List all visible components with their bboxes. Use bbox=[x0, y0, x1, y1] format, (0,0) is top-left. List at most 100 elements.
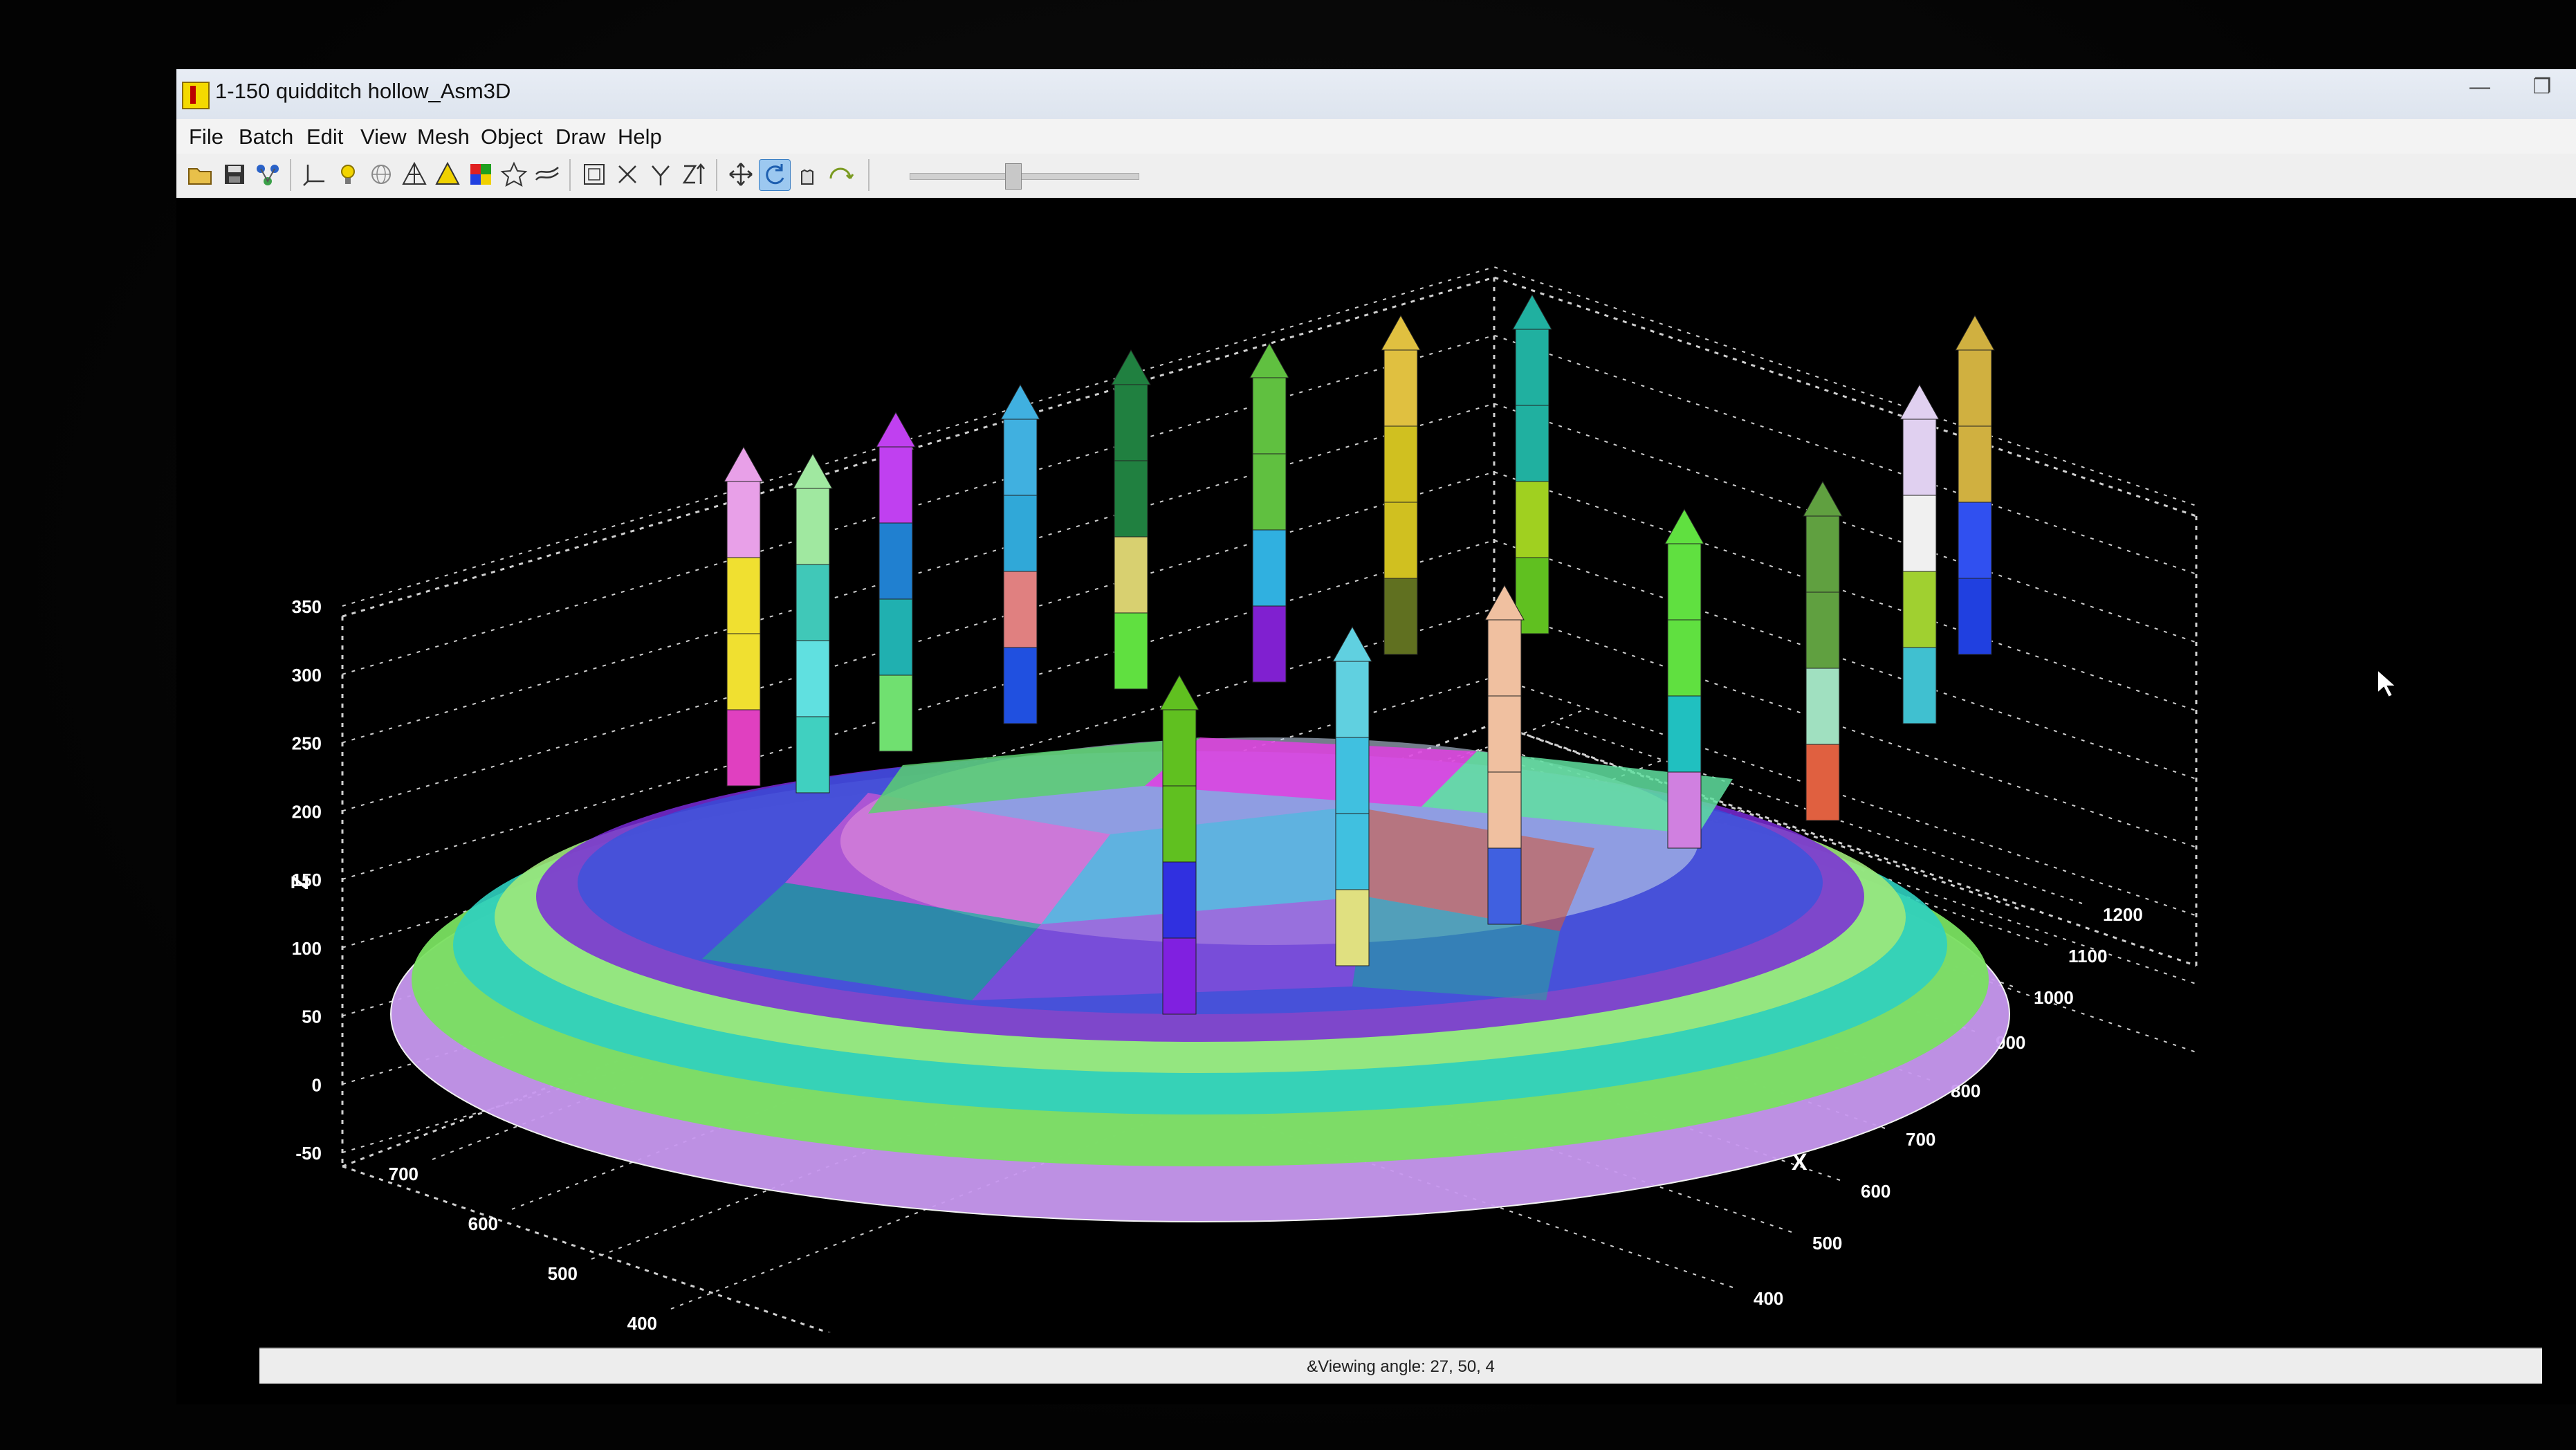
3d-plot: 350300250200150100500-50 700600500400 12… bbox=[287, 266, 2198, 1332]
mouse-cursor-icon bbox=[2377, 668, 2398, 699]
pole-segment bbox=[1383, 502, 1418, 579]
pole-segment bbox=[1252, 605, 1287, 683]
x-tick-label: 400 bbox=[1754, 1288, 1783, 1309]
x-tick-label: 500 bbox=[1812, 1233, 1842, 1254]
pole-segment bbox=[1515, 481, 1549, 558]
pole-cap bbox=[1955, 314, 1995, 351]
reset-view-icon[interactable] bbox=[825, 159, 856, 190]
pole-segment bbox=[1003, 571, 1038, 648]
zoom-slider-thumb[interactable] bbox=[1004, 163, 1022, 190]
color-palette-icon[interactable] bbox=[466, 159, 496, 190]
menu-file[interactable]: File bbox=[189, 125, 223, 149]
toolbar-separator bbox=[716, 159, 717, 191]
pole-segment bbox=[726, 633, 761, 710]
restore-button[interactable]: ❐ bbox=[2521, 73, 2563, 101]
pole-segment bbox=[1252, 377, 1287, 455]
pole-segment bbox=[1383, 578, 1418, 655]
pan-icon[interactable] bbox=[792, 159, 822, 190]
pole-cap bbox=[1159, 674, 1199, 710]
x-tick-label: 1000 bbox=[2034, 987, 2074, 1008]
pole-segment bbox=[1958, 502, 1992, 579]
z-tick-label: -50 bbox=[295, 1143, 322, 1164]
z-axis-title: Z bbox=[287, 875, 313, 890]
pole-segment bbox=[1902, 647, 1937, 724]
pole-cap bbox=[1381, 314, 1421, 351]
pole-cap bbox=[1803, 480, 1843, 517]
pole-cap bbox=[876, 411, 916, 448]
wireframe-pyramid-icon[interactable] bbox=[399, 159, 430, 190]
pole-segment bbox=[1162, 937, 1197, 1015]
pole-segment bbox=[1902, 571, 1937, 648]
pole-segment bbox=[1902, 495, 1937, 572]
network-icon[interactable] bbox=[252, 159, 283, 190]
move-icon[interactable] bbox=[726, 159, 756, 190]
menu-help[interactable]: Help bbox=[618, 125, 662, 149]
pole-segment bbox=[1958, 349, 1992, 427]
pole-segment bbox=[1487, 771, 1522, 849]
pole-segment bbox=[1114, 460, 1148, 538]
pole-segment bbox=[1805, 591, 1840, 669]
mesh-sphere-icon[interactable] bbox=[366, 159, 396, 190]
axes-icon[interactable] bbox=[300, 159, 330, 190]
z-tick-label: 250 bbox=[292, 733, 322, 754]
open-folder-icon[interactable] bbox=[185, 159, 215, 190]
pole-segment bbox=[795, 488, 830, 565]
x-tick-label: 1100 bbox=[2068, 946, 2107, 966]
zoom-slider-track[interactable] bbox=[910, 173, 1139, 180]
z-tick-label: 100 bbox=[292, 938, 322, 959]
pole-cap bbox=[1000, 383, 1040, 420]
pole-segment bbox=[1162, 861, 1197, 939]
3d-viewport[interactable]: 350 300 250 200 150 100 50 0 -50 700 600 500 400 12… bbox=[176, 198, 2576, 1332]
pole-cap bbox=[1332, 625, 1372, 662]
pole-segment bbox=[726, 481, 761, 558]
y-tick-label: 400 bbox=[627, 1313, 657, 1332]
menu-bar: File Batch Edit View Mesh Object Draw He… bbox=[176, 119, 2576, 154]
pole-segment bbox=[1335, 661, 1370, 738]
pole-segment bbox=[726, 709, 761, 787]
y-tick-label: 500 bbox=[548, 1263, 578, 1284]
lightbulb-icon[interactable] bbox=[333, 159, 363, 190]
pole-segment bbox=[1383, 425, 1418, 503]
view-x-icon[interactable] bbox=[612, 159, 643, 190]
rotate-icon[interactable] bbox=[759, 159, 791, 191]
pole-segment bbox=[878, 522, 913, 600]
menu-view[interactable]: View bbox=[360, 125, 407, 149]
pole-segment bbox=[1335, 813, 1370, 890]
menu-object[interactable]: Object bbox=[481, 125, 543, 149]
view-y-icon[interactable] bbox=[645, 159, 676, 190]
pole-segment bbox=[795, 640, 830, 717]
menu-batch[interactable]: Batch bbox=[239, 125, 293, 149]
pole-segment bbox=[1383, 349, 1418, 427]
bounding-box-icon[interactable] bbox=[579, 159, 609, 190]
pole-segment bbox=[1162, 785, 1197, 863]
star-icon[interactable] bbox=[499, 159, 529, 190]
pole-segment bbox=[795, 716, 830, 793]
app-icon bbox=[182, 82, 210, 109]
y-tick-label: 600 bbox=[468, 1213, 498, 1234]
menu-edit[interactable]: Edit bbox=[306, 125, 343, 149]
pole-segment bbox=[878, 674, 913, 752]
toolbar bbox=[176, 154, 2576, 199]
view-z-icon[interactable] bbox=[679, 159, 709, 190]
save-icon[interactable] bbox=[219, 159, 250, 190]
pole-segment bbox=[1335, 889, 1370, 966]
pole-segment bbox=[1667, 771, 1702, 849]
pole-segment bbox=[1003, 495, 1038, 572]
minimize-button[interactable]: — bbox=[2459, 73, 2501, 101]
z-tick-label: 0 bbox=[312, 1074, 322, 1095]
menu-mesh[interactable]: Mesh bbox=[417, 125, 470, 149]
z-tick-label: 300 bbox=[292, 665, 322, 686]
status-viewing-angle: &Viewing angle: 27, 50, 4 bbox=[1307, 1357, 1495, 1376]
pole-segment bbox=[1805, 744, 1840, 821]
toolbar-separator bbox=[569, 159, 571, 191]
pole-segment bbox=[1958, 578, 1992, 655]
title-bar[interactable]: 1-150 quidditch hollow_Asm3D — ❐ bbox=[176, 69, 2576, 120]
x-tick-label: 1200 bbox=[2103, 904, 2143, 925]
menu-draw[interactable]: Draw bbox=[555, 125, 605, 149]
x-tick-label: 600 bbox=[1861, 1181, 1890, 1202]
pole-cap bbox=[1111, 349, 1151, 385]
solid-pyramid-icon[interactable] bbox=[432, 159, 463, 190]
pole-segment bbox=[1958, 425, 1992, 503]
contour-lines-icon[interactable] bbox=[532, 159, 562, 190]
pole-segment bbox=[1335, 737, 1370, 814]
